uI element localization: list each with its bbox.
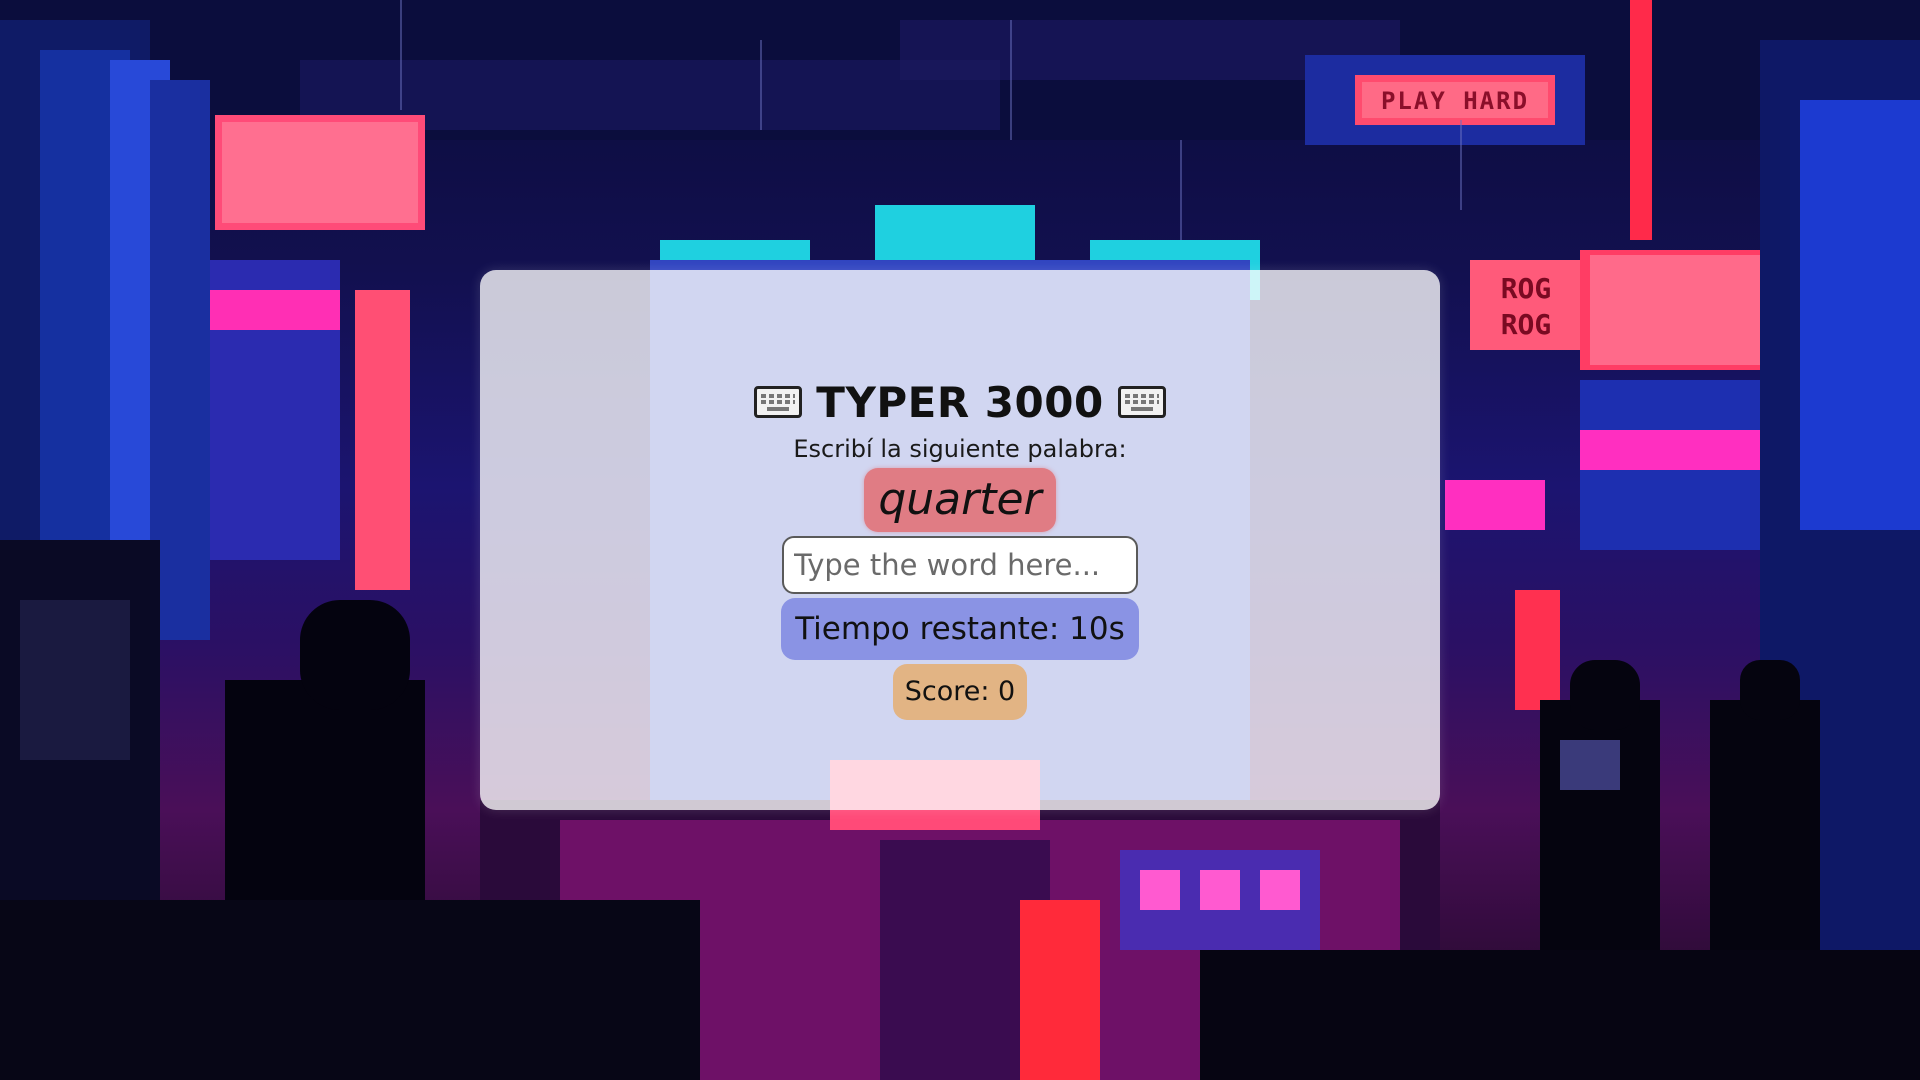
title-row: TYPER 3000	[754, 370, 1166, 434]
timer-display: Tiempo restante: 10s	[781, 598, 1139, 660]
rog-billboard-bottom: ROG	[1500, 308, 1552, 341]
rog-billboard-top: ROG	[1500, 272, 1552, 305]
instruction-text: Escribí la siguiente palabra:	[793, 435, 1127, 463]
keyboard-icon	[1117, 386, 1166, 418]
game-title: TYPER 3000	[816, 377, 1104, 427]
game-card: TYPER 3000 Escribí la siguiente palabra:…	[480, 270, 1440, 810]
keyboard-icon	[754, 386, 803, 418]
play-hard-billboard: PLAY HARD	[1380, 87, 1530, 115]
game-content: TYPER 3000 Escribí la siguiente palabra:…	[480, 370, 1440, 720]
score-display: Score: 0	[892, 664, 1028, 720]
target-word: quarter	[864, 468, 1056, 532]
word-input[interactable]	[782, 536, 1138, 594]
